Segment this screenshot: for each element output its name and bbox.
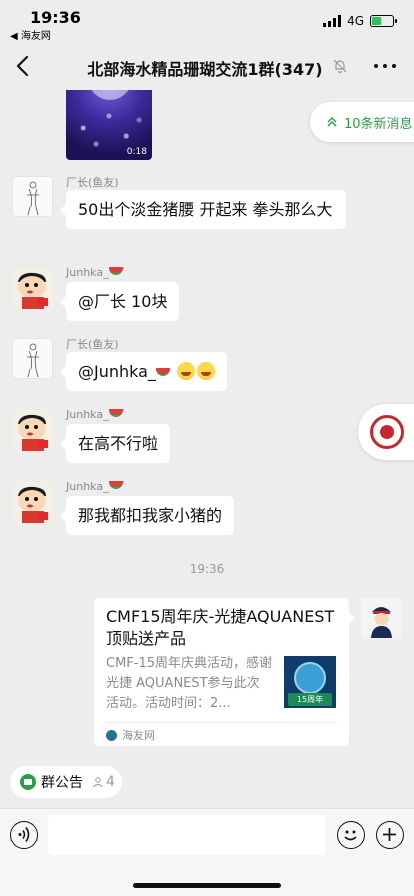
source-logo-icon (106, 729, 117, 741)
mute-bell-icon (333, 59, 347, 74)
back-arrow-icon[interactable] (12, 52, 36, 80)
video-duration: 0:18 (126, 147, 147, 157)
plus-icon (383, 828, 396, 841)
message-bubble[interactable]: @厂长 10块 (59, 282, 180, 321)
message-bubble[interactable]: @Junhka_ (59, 352, 228, 391)
card-title: CMF15周年庆-光捷AQUANEST顶贴送产品 (106, 607, 335, 648)
signal-icon (323, 15, 342, 27)
input-bar (0, 808, 414, 896)
video-message[interactable]: 0:18 (66, 90, 152, 160)
emoji-button[interactable] (337, 821, 365, 849)
source-name: 海友网 (122, 729, 155, 742)
battery-icon (370, 15, 397, 27)
sender-name: 厂长(鱼友) (66, 338, 119, 351)
watermelon-emoji-icon (155, 368, 170, 376)
chat-title: 北部海水精品珊瑚交流1群(347) (87, 60, 323, 79)
message-bubble[interactable]: 在高不行啦 (59, 424, 171, 463)
message-text: @Junhka_ (78, 362, 156, 381)
more-actions-button[interactable] (376, 821, 404, 849)
new-messages-button[interactable]: 10条新消息 (310, 102, 414, 142)
message-input[interactable] (48, 815, 326, 855)
card-description: CMF-15周年庆典活动，感谢光捷 AQUANEST参与此次活动。活动时间：2.… (106, 656, 273, 711)
sender-name: Junhka_ (66, 480, 123, 493)
status-bar: 19:36 ◀ 海友网 4G (0, 0, 414, 44)
status-time: 19:36 (30, 8, 81, 27)
card-thumbnail-label: 15周年 (288, 693, 332, 706)
laughing-emoji-icon (197, 362, 216, 380)
new-messages-label: 10条新消息 (344, 116, 413, 132)
chat-area[interactable]: 0:18 10条新消息 厂长(鱼友) 50出个淡金猪腰 开起来 拳头那么大 Ju… (0, 90, 414, 758)
message-bubble[interactable]: 那我都扣我家小猪的 (59, 496, 235, 535)
message-bubble[interactable]: 50出个淡金猪腰 开起来 拳头那么大 (60, 190, 346, 229)
emblem-icon (370, 415, 404, 449)
card-source: 海友网 (106, 727, 155, 743)
watermelon-emoji-icon (108, 481, 123, 489)
avatar-factory-head[interactable] (12, 176, 53, 217)
avatar-junhka[interactable] (12, 482, 53, 523)
sender-name: Junhka_ (66, 266, 123, 279)
double-chevron-up-icon (327, 117, 337, 127)
link-card[interactable]: CMF15周年庆-光捷AQUANEST顶贴送产品 CMF-15周年庆典活动，感谢… (94, 598, 355, 746)
voice-input-button[interactable] (10, 821, 38, 849)
watermelon-emoji-icon (108, 267, 123, 275)
home-indicator[interactable] (133, 883, 281, 888)
person-icon (93, 777, 103, 788)
divider (106, 722, 337, 723)
card-thumbnail: 15周年 (284, 656, 336, 708)
sender-name: Junhka_ (66, 408, 123, 421)
status-indicators: 4G (323, 14, 397, 28)
nav-bar: 北部海水精品珊瑚交流1群(347) (0, 44, 414, 90)
announcement-label: 群公告 (41, 775, 83, 791)
avatar-junhka[interactable] (12, 268, 53, 309)
more-options-icon[interactable] (374, 64, 396, 70)
announcement-count: 4 (92, 774, 115, 790)
watermelon-emoji-icon (108, 409, 123, 417)
smiley-icon (344, 830, 357, 841)
avatar-factory-head[interactable] (12, 338, 53, 379)
floating-action-button[interactable] (358, 404, 414, 460)
announcement-bar: 群公告 4 (0, 758, 414, 808)
announcement-icon (20, 774, 36, 790)
back-to-app-link[interactable]: ◀ 海友网 (10, 27, 51, 42)
avatar-junhka[interactable] (12, 410, 53, 451)
voice-icon (18, 827, 30, 842)
network-label: 4G (347, 14, 364, 28)
sender-name: 厂长(鱼友) (66, 176, 119, 189)
laughing-emoji-icon (177, 362, 196, 380)
group-announcement-button[interactable]: 群公告 4 (10, 766, 122, 798)
self-avatar[interactable] (361, 598, 402, 639)
time-divider: 19:36 (189, 562, 225, 576)
